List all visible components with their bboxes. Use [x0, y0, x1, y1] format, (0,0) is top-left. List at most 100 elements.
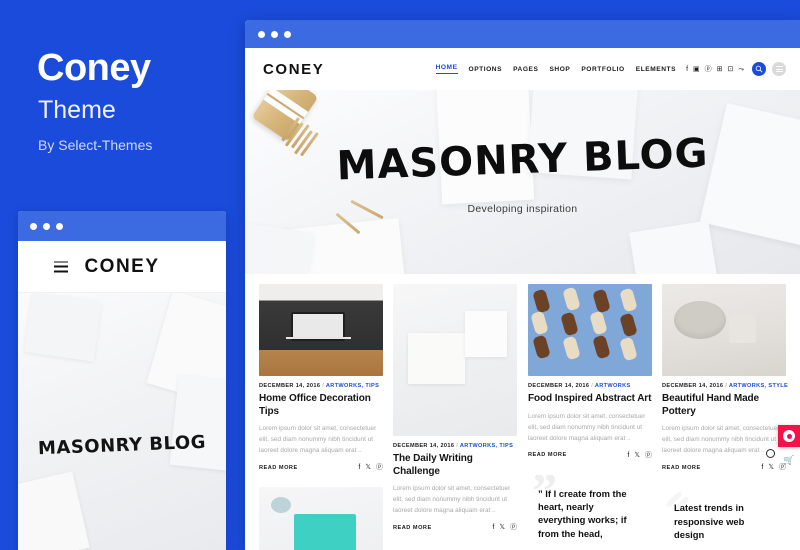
post-title[interactable]: Food Inspired Abstract Art: [528, 393, 652, 406]
post-excerpt: Lorem ipsum dolor sit amet, consectetuer…: [259, 425, 377, 455]
nav-item-home[interactable]: HOME: [435, 64, 458, 74]
paper-decor: [24, 293, 102, 362]
post-share-links: f 𝕏 ⓟ: [492, 524, 517, 531]
post-title[interactable]: Beautiful Hand Made Pottery: [662, 393, 786, 418]
masonry-column: DECEMBER 14, 2016 / ARTWORKS, TIPS The D…: [393, 284, 517, 547]
post-thumbnail[interactable]: [259, 284, 383, 376]
post-thumbnail[interactable]: [528, 284, 652, 376]
navbar-right: HOME OPTIONS PAGES SHOP PORTFOLIO ELEMEN…: [435, 62, 786, 76]
window-dot-minimize[interactable]: [43, 222, 50, 230]
masonry-grid: DECEMBER 14, 2016 / ARTWORKS, TIPS Home …: [245, 274, 800, 550]
page-subtitle: Theme: [38, 96, 116, 124]
post-title[interactable]: Home Office Decoration Tips: [259, 393, 383, 418]
dribbble-icon[interactable]: ⊞: [717, 66, 723, 73]
window-dot-maximize[interactable]: [56, 222, 63, 230]
post-categories[interactable]: ARTWORKS, TIPS: [460, 443, 513, 449]
pinterest-icon[interactable]: ⓟ: [705, 66, 712, 73]
post-card[interactable]: DECEMBER 14, 2016 / ARTWORKS Food Inspir…: [528, 284, 652, 459]
navbar-social-links: f ▣ ⓟ ⊞ ⊡ ⤳: [686, 66, 744, 73]
mobile-titlebar: [18, 211, 226, 241]
window-dot-close[interactable]: [258, 30, 265, 38]
window-dot-minimize[interactable]: [271, 30, 278, 38]
instagram-icon[interactable]: ▣: [693, 66, 700, 73]
post-excerpt: Lorem ipsum dolor sit amet, consectetuer…: [393, 485, 511, 515]
facebook-icon[interactable]: f: [686, 66, 688, 73]
quote-body: If I create from the heart, nearly every…: [538, 487, 627, 539]
twitter-icon[interactable]: 𝕏: [768, 464, 774, 471]
meta-separator: /: [725, 383, 728, 389]
read-more-link[interactable]: READ MORE: [662, 465, 701, 471]
site-navbar: CONEY HOME OPTIONS PAGES SHOP PORTFOLIO …: [245, 48, 800, 90]
search-icon[interactable]: [752, 62, 766, 76]
mobile-preview-window: CONEY MASONRY BLOG: [18, 211, 226, 550]
nav-item-pages[interactable]: PAGES: [513, 66, 538, 73]
nav-item-shop[interactable]: SHOP: [549, 66, 570, 73]
quote-card[interactable]: ” ” If I create from the heart, nearly e…: [528, 474, 652, 539]
envato-ring: [783, 430, 795, 442]
window-dot-close[interactable]: [30, 222, 37, 230]
post-card[interactable]: DECEMBER 14, 2016 / ARTWORKS, TIPS Home …: [259, 284, 383, 471]
hero-section: MASONRY BLOG Developing inspiration: [245, 90, 800, 274]
facebook-icon[interactable]: f: [492, 524, 494, 531]
globe-icon[interactable]: [766, 449, 775, 458]
masonry-column: DECEMBER 14, 2016 / ARTWORKS, STYLE Beau…: [662, 284, 788, 550]
post-title[interactable]: The Daily Writing Challenge: [393, 453, 517, 478]
quote-inline-mark: ”: [538, 487, 543, 499]
read-more-link[interactable]: READ MORE: [528, 452, 567, 458]
post-meta: DECEMBER 14, 2016 / ARTWORKS, STYLE: [662, 383, 788, 389]
post-categories[interactable]: ARTWORKS: [595, 383, 631, 389]
read-more-link[interactable]: READ MORE: [393, 525, 432, 531]
post-thumbnail[interactable]: [393, 284, 517, 436]
link-card-text[interactable]: Latest trends in responsive web design: [674, 501, 774, 542]
mobile-hero: MASONRY BLOG: [18, 293, 226, 550]
post-categories[interactable]: ARTWORKS, STYLE: [729, 383, 788, 389]
facebook-icon[interactable]: f: [358, 464, 360, 471]
pinterest-icon[interactable]: ⓟ: [645, 452, 652, 459]
twitter-icon[interactable]: 𝕏: [365, 464, 371, 471]
paper-decor: [18, 471, 90, 550]
nav-item-portfolio[interactable]: PORTFOLIO: [581, 66, 624, 73]
post-card[interactable]: [259, 487, 383, 550]
meta-separator: /: [322, 383, 325, 389]
post-share-links: f 𝕏 ⓟ: [627, 452, 652, 459]
nav-item-options[interactable]: OPTIONS: [469, 66, 503, 73]
post-footer: READ MORE f 𝕏 ⓟ: [393, 524, 517, 531]
post-card[interactable]: DECEMBER 14, 2016 / ARTWORKS, STYLE Beau…: [662, 284, 788, 471]
masonry-column: DECEMBER 14, 2016 / ARTWORKS Food Inspir…: [528, 284, 652, 550]
twitter-icon[interactable]: 𝕏: [499, 524, 505, 531]
window-dot-maximize[interactable]: [284, 30, 291, 38]
pinterest-icon[interactable]: ⓟ: [510, 524, 517, 531]
site-viewport: CONEY HOME OPTIONS PAGES SHOP PORTFOLIO …: [245, 48, 800, 550]
pinterest-icon[interactable]: ⓟ: [376, 464, 383, 471]
post-card[interactable]: DECEMBER 14, 2016 / ARTWORKS, TIPS The D…: [393, 284, 517, 531]
post-categories[interactable]: ARTWORKS, TIPS: [326, 383, 379, 389]
link-card[interactable]: Latest trends in responsive web design: [662, 487, 786, 550]
facebook-icon[interactable]: f: [761, 464, 763, 471]
post-thumbnail[interactable]: [259, 487, 383, 550]
facebook-icon[interactable]: f: [627, 452, 629, 459]
left-promo-panel: Coney Theme By Select-Themes CONEY MASON…: [0, 0, 245, 550]
post-share-links: f 𝕏 ⓟ: [358, 464, 383, 471]
site-logo[interactable]: CONEY: [263, 61, 324, 78]
post-footer: READ MORE f 𝕏 ⓟ: [259, 464, 383, 471]
hamburger-icon[interactable]: [54, 261, 68, 272]
read-more-link[interactable]: READ MORE: [259, 465, 298, 471]
behance-icon[interactable]: ⊡: [728, 66, 734, 73]
twitter-icon[interactable]: 𝕏: [634, 452, 640, 459]
hamburger-icon[interactable]: [772, 62, 786, 76]
browser-titlebar: [245, 20, 800, 48]
masonry-column: DECEMBER 14, 2016 / ARTWORKS, TIPS Home …: [259, 284, 383, 550]
floating-purchase-widget[interactable]: 🛒: [766, 425, 800, 467]
paper-decor: [629, 220, 723, 274]
post-meta: DECEMBER 14, 2016 / ARTWORKS, TIPS: [393, 443, 517, 449]
mobile-logo[interactable]: CONEY: [84, 256, 159, 278]
post-thumbnail[interactable]: [662, 284, 786, 376]
envato-circle-icon[interactable]: [778, 425, 800, 447]
nav-item-elements[interactable]: ELEMENTS: [636, 66, 676, 73]
post-meta: DECEMBER 14, 2016 / ARTWORKS: [528, 383, 652, 389]
main-menu: HOME OPTIONS PAGES SHOP PORTFOLIO ELEMEN…: [435, 64, 677, 74]
author-credit: By Select-Themes: [38, 137, 153, 153]
cart-icon[interactable]: 🛒: [778, 447, 800, 467]
rss-icon[interactable]: ⤳: [738, 66, 744, 73]
browser-preview-window: CONEY HOME OPTIONS PAGES SHOP PORTFOLIO …: [245, 20, 800, 550]
